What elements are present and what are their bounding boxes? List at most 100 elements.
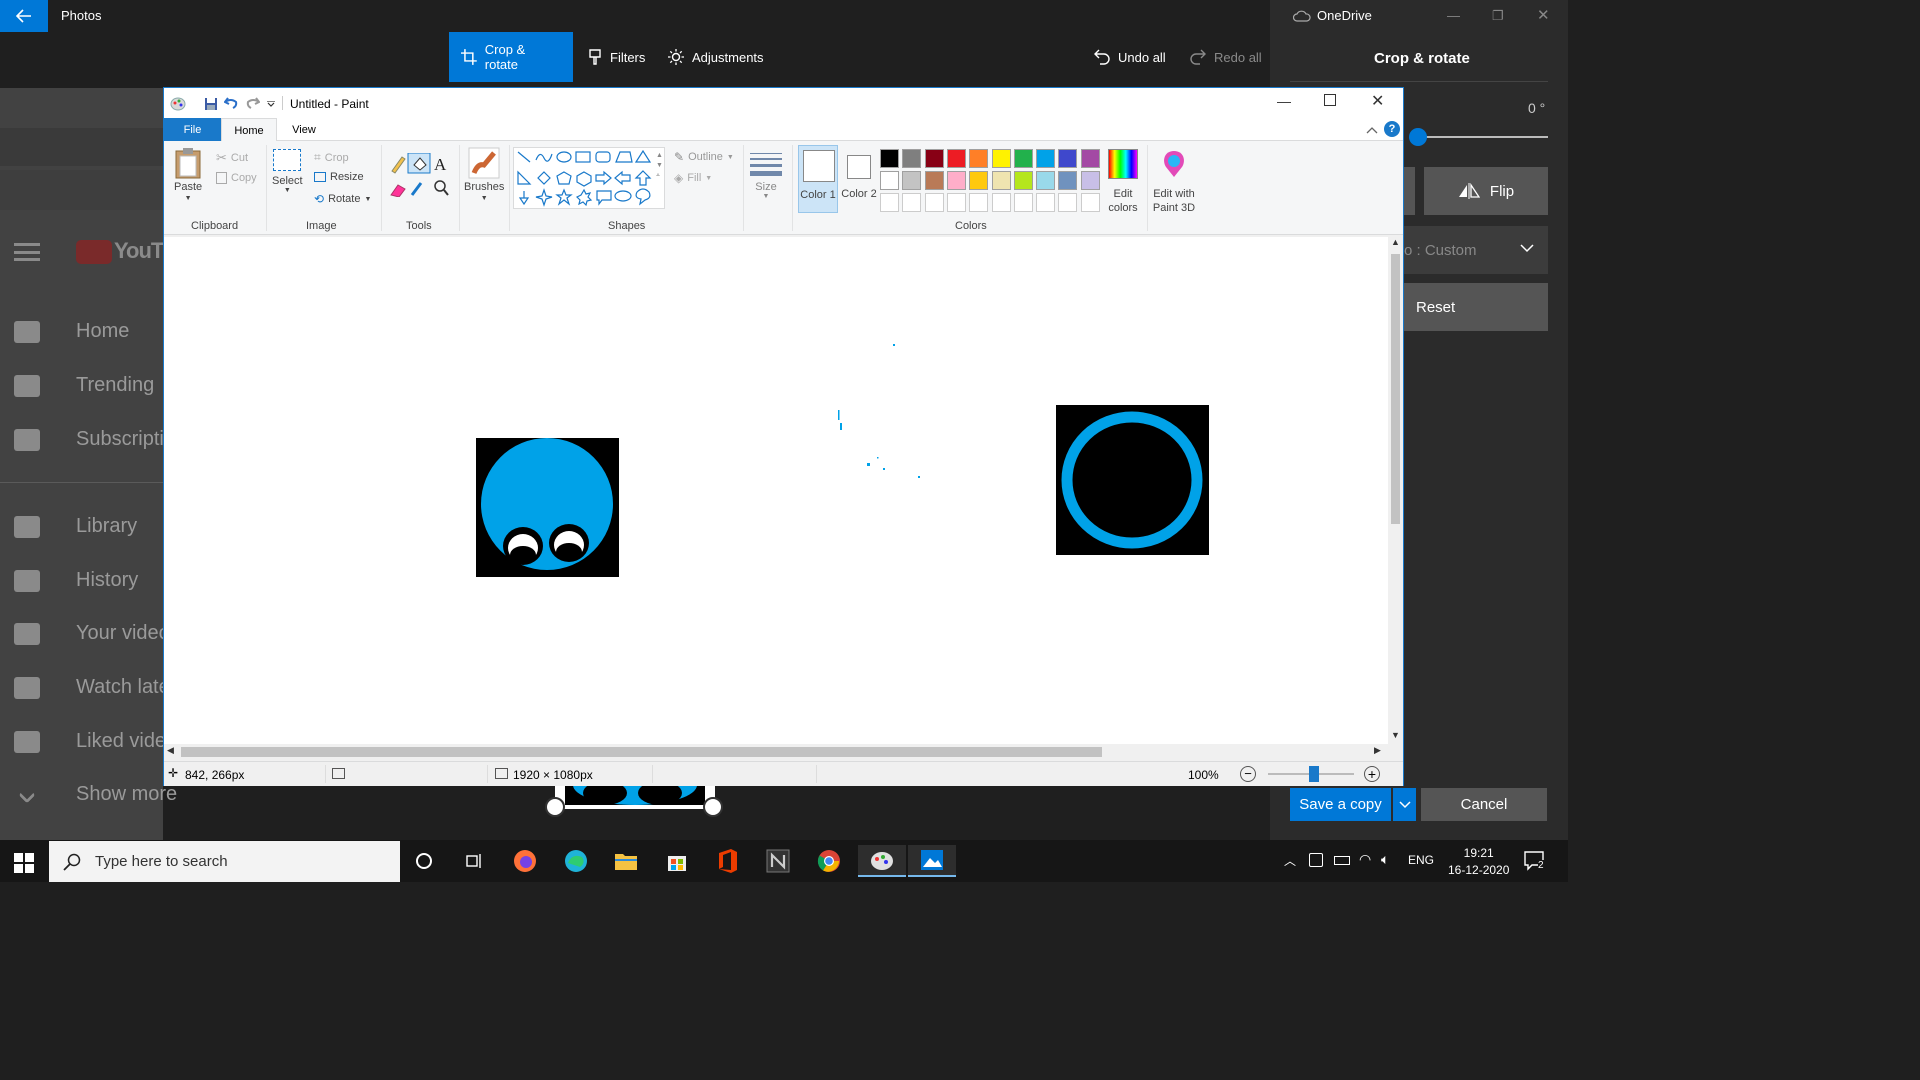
adjustments-button[interactable]: Adjustments	[656, 32, 776, 82]
edge-taskbar[interactable]	[559, 845, 593, 877]
palette-swatch[interactable]	[880, 171, 899, 190]
palette-swatch[interactable]	[1058, 171, 1078, 190]
paint-taskbar[interactable]	[858, 845, 906, 877]
edit-with-paint3d-button[interactable]: Edit with Paint 3D	[1150, 145, 1198, 214]
customize-qat-icon[interactable]	[267, 101, 275, 107]
palette-swatch-empty[interactable]	[1013, 193, 1033, 212]
color2-button[interactable]: Color 2	[839, 145, 879, 213]
crop-rotate-button[interactable]: Crop & rotate	[449, 32, 573, 82]
undo-all-button[interactable]: Undo all	[1082, 32, 1178, 82]
paint-canvas[interactable]	[164, 237, 1388, 744]
palette-swatch[interactable]	[946, 171, 966, 190]
palette-swatch[interactable]	[1058, 149, 1078, 168]
rotate-button[interactable]: ⟲ Rotate ▼	[314, 192, 371, 206]
palette-swatch[interactable]	[1013, 149, 1033, 168]
fill-bucket-icon[interactable]	[407, 153, 431, 174]
palette-swatch[interactable]	[1080, 149, 1100, 168]
close-button[interactable]: ✕	[1537, 6, 1550, 24]
task-view-button[interactable]	[457, 845, 491, 877]
scroll-up-icon[interactable]: ▲	[1391, 237, 1400, 247]
firefox-taskbar[interactable]	[508, 845, 542, 877]
fill-dropdown[interactable]: ◈ Fill ▼	[674, 171, 712, 185]
crop-button[interactable]: ⌗ Crop	[314, 150, 349, 165]
redo-icon[interactable]	[246, 96, 260, 110]
palette-swatch[interactable]	[991, 149, 1011, 168]
pencil-icon[interactable]	[391, 156, 406, 174]
save-icon[interactable]	[204, 97, 218, 111]
aspect-ratio-dropdown[interactable]: o : Custom	[1404, 226, 1548, 274]
palette-swatch[interactable]	[969, 171, 989, 190]
shapes-scroll[interactable]: ▲ ▼ ⩡	[656, 151, 663, 181]
scroll-left-icon[interactable]: ◀	[167, 745, 174, 756]
palette-swatch[interactable]	[969, 149, 989, 168]
undo-icon[interactable]	[224, 96, 238, 110]
language-indicator[interactable]: ENG	[1408, 853, 1434, 867]
start-button[interactable]	[14, 853, 34, 878]
paint-minimize-button[interactable]: —	[1277, 93, 1291, 109]
palette-swatch[interactable]	[1036, 149, 1056, 168]
palette-swatch[interactable]	[880, 149, 899, 168]
zoom-slider-thumb[interactable]	[1309, 766, 1320, 782]
paint-close-button[interactable]: ✕	[1371, 91, 1384, 111]
chrome-taskbar[interactable]	[812, 845, 846, 877]
scroll-right-icon[interactable]: ▶	[1374, 745, 1381, 756]
magnifier-icon[interactable]	[434, 180, 449, 196]
cancel-button[interactable]: Cancel	[1421, 788, 1547, 821]
cut-button[interactable]: ✂ Cut	[216, 150, 248, 166]
palette-swatch[interactable]	[946, 149, 966, 168]
meet-now-icon[interactable]	[1309, 853, 1323, 867]
save-copy-button[interactable]: Save a copy	[1290, 788, 1391, 821]
palette-swatch[interactable]	[902, 149, 922, 168]
cortana-button[interactable]	[407, 845, 441, 877]
file-explorer-taskbar[interactable]	[609, 845, 643, 877]
edit-colors-button[interactable]: Edit colors	[1104, 145, 1142, 214]
palette-swatch[interactable]	[924, 171, 944, 190]
office-taskbar[interactable]	[711, 845, 745, 877]
onedrive-account[interactable]: OneDrive	[1293, 8, 1372, 23]
store-taskbar[interactable]	[660, 845, 694, 877]
copy-button[interactable]: Copy	[216, 172, 257, 184]
battery-icon[interactable]	[1334, 856, 1350, 865]
outline-dropdown[interactable]: ✎ Outline ▼	[674, 150, 734, 164]
taskbar-search-box[interactable]: Type here to search	[49, 841, 400, 882]
action-center-button[interactable]: 2	[1524, 851, 1546, 876]
tab-home[interactable]: Home	[221, 118, 277, 142]
back-button[interactable]	[0, 0, 48, 32]
save-options-dropdown[interactable]	[1393, 788, 1416, 821]
palette-swatch-empty[interactable]	[969, 193, 989, 212]
reset-button[interactable]: Reset	[1404, 283, 1548, 331]
palette-swatch-empty[interactable]	[1080, 193, 1100, 212]
palette-swatch[interactable]	[991, 171, 1011, 190]
volume-icon[interactable]: 🔈︎	[1381, 851, 1389, 868]
palette-swatch-empty[interactable]	[1058, 193, 1078, 212]
palette-swatch-empty[interactable]	[924, 193, 944, 212]
paste-button[interactable]: Paste ▼	[174, 147, 202, 202]
redo-all-button[interactable]: Redo all	[1178, 32, 1274, 82]
help-icon[interactable]: ?	[1384, 121, 1400, 137]
brushes-button[interactable]: Brushes ▼	[464, 147, 504, 202]
crop-handle-bottom-right[interactable]	[703, 797, 723, 817]
tab-file[interactable]: File	[164, 118, 221, 141]
rotate-button[interactable]	[1404, 167, 1415, 215]
color1-button[interactable]: Color 1	[798, 145, 838, 213]
shapes-gallery[interactable]	[513, 147, 665, 209]
scroll-down-icon[interactable]: ▼	[1391, 730, 1400, 740]
palette-swatch[interactable]	[1080, 171, 1100, 190]
vertical-scroll-thumb[interactable]	[1391, 254, 1400, 524]
select-button[interactable]: Select ▼	[272, 149, 303, 194]
straighten-slider-thumb[interactable]	[1409, 128, 1427, 146]
horizontal-scroll-thumb[interactable]	[181, 747, 1102, 757]
text-tool-icon[interactable]: A	[434, 155, 447, 174]
palette-swatch[interactable]	[1036, 171, 1056, 190]
minimize-button[interactable]: —	[1447, 8, 1460, 23]
palette-swatch-empty[interactable]	[1036, 193, 1056, 212]
palette-swatch[interactable]	[1013, 171, 1033, 190]
color-picker-icon[interactable]	[410, 182, 423, 196]
wifi-icon[interactable]: ◠	[1359, 851, 1371, 868]
crop-handle-bottom-left[interactable]	[545, 797, 565, 817]
size-dropdown[interactable]: Size ▼	[749, 151, 783, 200]
flip-button[interactable]: Flip	[1424, 167, 1548, 215]
tab-view[interactable]: View	[282, 118, 326, 141]
filters-button[interactable]: Filters	[576, 32, 657, 82]
resize-button[interactable]: Resize	[314, 171, 364, 183]
